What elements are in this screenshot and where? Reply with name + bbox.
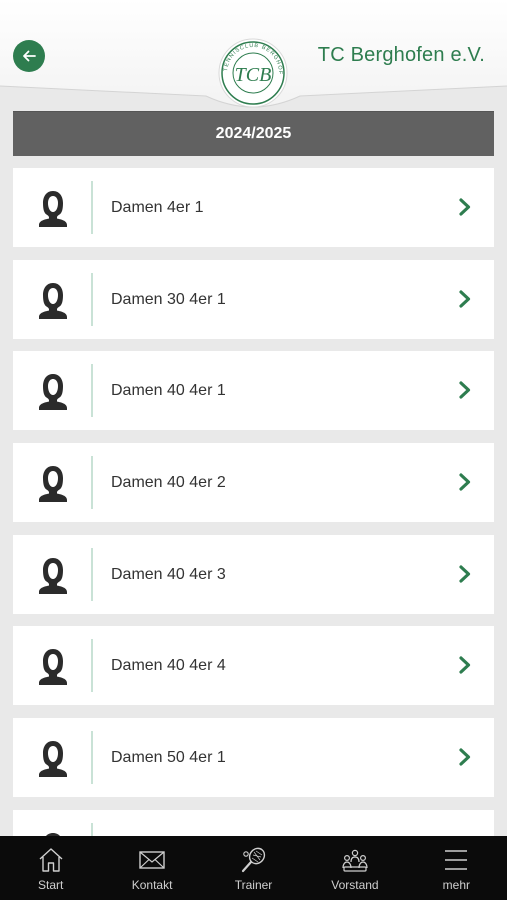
team-row[interactable]: Damen 30 4er 1 bbox=[13, 259, 494, 339]
tab-label: Trainer bbox=[234, 878, 273, 892]
female-avatar-icon bbox=[39, 466, 67, 503]
female-avatar-icon bbox=[39, 649, 67, 686]
team-label: Damen 50 4er 1 bbox=[111, 749, 226, 767]
team-label: Damen 30 4er 1 bbox=[111, 290, 226, 308]
season-header: 2024/2025 bbox=[13, 111, 494, 156]
svg-text:TCB: TCB bbox=[235, 64, 272, 86]
chevron-right-icon bbox=[459, 473, 471, 491]
bottom-tab-bar: Start Kontakt Trainer Vorstand mehr bbox=[0, 836, 507, 900]
chevron-right-icon bbox=[459, 565, 471, 583]
female-avatar-icon bbox=[39, 741, 67, 778]
team-label: Damen 40 4er 4 bbox=[111, 657, 226, 675]
female-avatar-icon bbox=[39, 191, 67, 227]
team-label: Damen 40 4er 3 bbox=[111, 565, 226, 583]
club-name: TC Berghofen e.V. bbox=[317, 44, 485, 66]
tab-vorstand[interactable]: Vorstand bbox=[304, 836, 405, 900]
arrow-left-icon bbox=[23, 50, 36, 62]
team-row[interactable]: Damen 40 4er 2 bbox=[13, 443, 494, 523]
tab-label: Kontakt bbox=[131, 878, 173, 892]
tab-label: Vorstand bbox=[331, 878, 379, 892]
chevron-right-icon bbox=[459, 198, 471, 216]
team-row[interactable]: Damen 40 4er 3 bbox=[13, 534, 494, 614]
club-logo: TENNISCLUB BERGHOFEN E.V. TCB bbox=[218, 38, 288, 108]
chevron-right-icon bbox=[459, 290, 471, 308]
tab-start[interactable]: Start bbox=[0, 836, 101, 900]
chevron-right-icon bbox=[459, 656, 471, 675]
divider bbox=[91, 547, 93, 601]
team-label: Damen 40 4er 2 bbox=[111, 474, 226, 492]
home-icon bbox=[39, 848, 63, 872]
mail-icon bbox=[139, 851, 165, 869]
divider bbox=[91, 822, 93, 836]
tab-label: Start bbox=[38, 878, 64, 892]
team-label: Damen 40 4er 1 bbox=[111, 382, 226, 400]
team-row[interactable]: Damen 4er 1 bbox=[13, 168, 494, 247]
team-list: Damen 4er 1 Damen 30 4er 1 Damen 40 4er … bbox=[13, 168, 494, 836]
female-avatar-icon bbox=[39, 282, 67, 319]
divider bbox=[91, 731, 93, 785]
divider bbox=[91, 639, 93, 693]
divider bbox=[91, 181, 93, 234]
tab-mehr[interactable]: mehr bbox=[406, 836, 507, 900]
app-header: TENNISCLUB BERGHOFEN E.V. TCB TC Berghof… bbox=[0, 0, 507, 110]
divider bbox=[91, 456, 93, 510]
back-button[interactable] bbox=[13, 40, 45, 72]
board-icon bbox=[342, 849, 368, 872]
tab-kontakt[interactable]: Kontakt bbox=[101, 836, 202, 900]
chevron-right-icon bbox=[459, 381, 471, 399]
menu-icon bbox=[445, 850, 468, 870]
team-row[interactable] bbox=[13, 809, 494, 836]
team-row[interactable]: Damen 40 4er 4 bbox=[13, 626, 494, 706]
divider bbox=[91, 272, 93, 326]
tab-label: mehr bbox=[442, 878, 470, 892]
team-row[interactable]: Damen 40 4er 1 bbox=[13, 351, 494, 431]
chevron-right-icon bbox=[459, 748, 471, 766]
female-avatar-icon bbox=[39, 557, 67, 594]
divider bbox=[91, 364, 93, 418]
tennis-racket-icon bbox=[241, 847, 265, 873]
tab-trainer[interactable]: Trainer bbox=[203, 836, 304, 900]
team-label: Damen 4er 1 bbox=[111, 199, 204, 216]
female-avatar-icon bbox=[39, 374, 67, 411]
team-row[interactable]: Damen 50 4er 1 bbox=[13, 718, 494, 798]
